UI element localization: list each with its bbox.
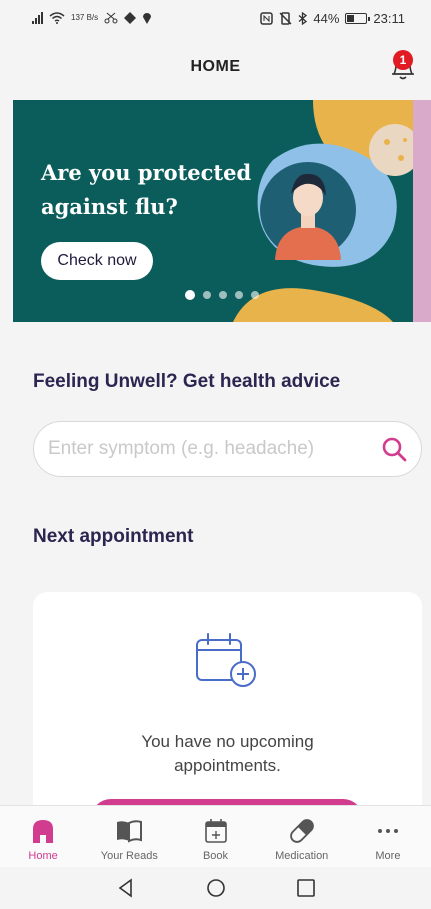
nav-label-book: Book	[202, 850, 229, 862]
carousel-dot[interactable]	[251, 291, 259, 299]
carousel-dot[interactable]	[203, 291, 211, 299]
check-now-button[interactable]: Check now	[41, 242, 153, 280]
nav-item-home[interactable]: Home	[0, 806, 86, 867]
symptom-search-box[interactable]	[33, 421, 422, 477]
wifi-icon	[49, 12, 65, 24]
nav-label-home: Home	[28, 850, 58, 862]
home-circle-icon[interactable]	[206, 878, 226, 898]
calendar-plus-icon	[204, 819, 227, 843]
carousel-dot[interactable]	[185, 290, 195, 300]
more-dots-icon	[377, 829, 398, 833]
system-nav-bar	[0, 867, 431, 909]
navigation-diamond-icon	[124, 12, 137, 24]
battery-icon	[345, 12, 371, 24]
nfc-icon	[260, 11, 274, 25]
scissors-icon	[104, 12, 118, 24]
carousel-dot[interactable]	[235, 291, 243, 299]
nav-label-medication: Medication	[275, 850, 329, 862]
carousel-indicator	[185, 290, 259, 300]
pill-icon	[289, 819, 314, 843]
next-appointment-title: Next appointment	[33, 526, 194, 547]
nav-item-your-reads[interactable]: Your Reads	[86, 806, 172, 867]
battery-percent: 44%	[313, 10, 340, 26]
status-bar: 137 B/s 44% 23:11	[0, 0, 431, 36]
recent-apps-icon[interactable]	[296, 878, 316, 898]
symptom-search-input[interactable]	[48, 434, 368, 464]
search-icon[interactable]	[381, 436, 407, 462]
appointment-card: You have no upcoming appointments.	[33, 592, 422, 839]
health-advice-title: Feeling Unwell? Get health advice	[33, 371, 341, 392]
nav-label-your-reads: Your Reads	[100, 850, 158, 862]
net-speed: 137 B/s	[71, 13, 99, 22]
nav-label-more: More	[375, 850, 401, 862]
home-icon	[33, 820, 54, 843]
nav-item-medication[interactable]: Medication	[259, 806, 345, 867]
notification-badge[interactable]: 1	[393, 50, 413, 70]
bottom-nav: Home Your Reads Book Medication More	[0, 805, 431, 867]
no-appointments-text: You have no upcoming appointments.	[141, 732, 314, 775]
location-pin-icon	[143, 13, 152, 24]
signal-icon	[32, 12, 43, 24]
calendar-add-icon	[196, 633, 256, 687]
nav-item-book[interactable]: Book	[172, 806, 258, 867]
next-slide-peek[interactable]	[413, 100, 431, 322]
promo-banner[interactable]: Are you protected against flu? Check now	[13, 100, 431, 322]
banner-title: Are you protected against flu?	[41, 160, 252, 219]
carousel-dot[interactable]	[219, 291, 227, 299]
nav-item-more[interactable]: More	[345, 806, 431, 867]
app-bar: HOME 1	[0, 36, 431, 100]
bluetooth-icon	[298, 11, 308, 25]
back-icon[interactable]	[116, 878, 136, 898]
page-title: HOME	[190, 58, 241, 75]
vibrate-off-icon	[279, 11, 292, 25]
clock: 23:11	[373, 10, 405, 26]
book-open-icon	[117, 820, 143, 843]
